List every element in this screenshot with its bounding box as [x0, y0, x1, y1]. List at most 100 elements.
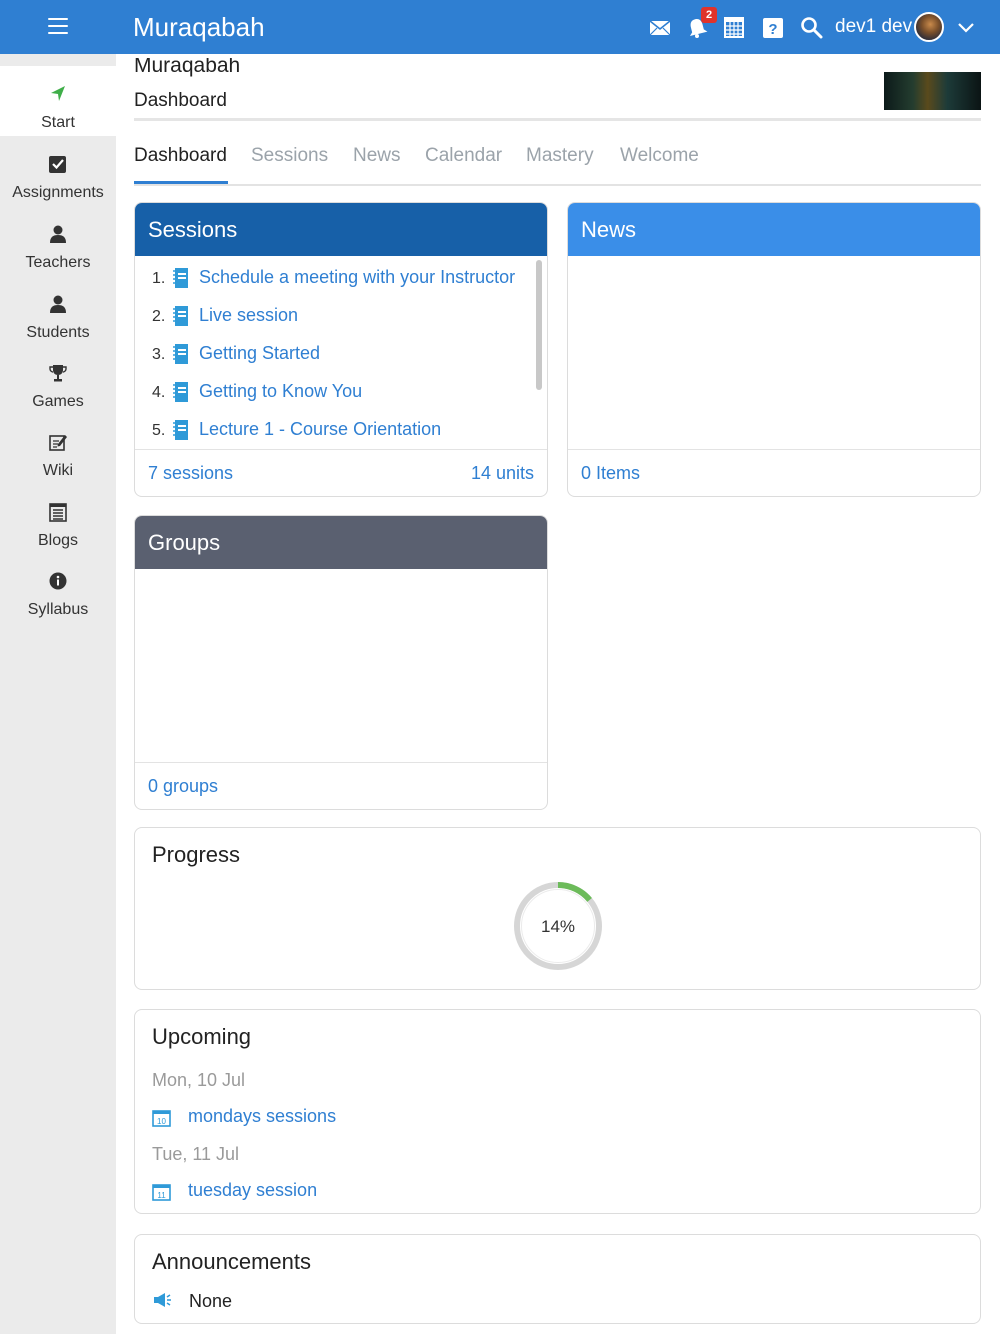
sidebar-item-start[interactable]: Start [0, 66, 116, 136]
page-title: Muraqabah [134, 58, 241, 77]
units-count-link[interactable]: 14 units [471, 463, 534, 484]
upcoming-date: Tue, 11 Jul [152, 1144, 240, 1164]
upcoming-date: Mon, 10 Jul [152, 1070, 246, 1090]
session-link[interactable]: Getting to Know You [199, 381, 362, 402]
event-link[interactable]: mondays sessions [188, 1106, 336, 1127]
list-icon [49, 503, 67, 522]
tab-welcome[interactable]: Welcome [620, 145, 699, 167]
tab-mastery[interactable]: Mastery [526, 145, 594, 167]
notification-badge: 2 [701, 7, 717, 23]
sidebar: Start Assignments Teachers Students Game… [0, 54, 116, 1334]
tab-calendar[interactable]: Calendar [425, 145, 502, 167]
bell-icon[interactable]: 2 [686, 7, 717, 40]
session-link[interactable]: Lecture 1 - Course Orientation [199, 419, 441, 440]
tab-dashboard[interactable]: Dashboard [134, 145, 227, 167]
groups-card: Groups 0 groups [134, 515, 548, 810]
info-icon [49, 572, 67, 590]
progress-card: Progress 14% [134, 827, 981, 990]
progress-value: 14% [541, 917, 575, 936]
session-link[interactable]: Schedule a meeting with your Instructor [199, 267, 515, 288]
session-link[interactable]: Live session [199, 305, 298, 326]
sidebar-item-teachers[interactable]: Teachers [0, 206, 116, 276]
upcoming-card: Upcoming Mon, 10 Jul 10 mondays sessions… [134, 1009, 981, 1214]
help-icon[interactable]: ? [762, 14, 788, 40]
event-item[interactable]: 10 mondays sessions [152, 1106, 402, 1132]
tab-sessions[interactable]: Sessions [251, 145, 328, 167]
sessions-card: Sessions 1. Schedule a meeting with your… [134, 202, 548, 497]
announcements-text: None [189, 1291, 233, 1311]
progress-title: Progress [152, 842, 241, 867]
list-item-number: 4. [152, 384, 166, 401]
notebook-icon [173, 268, 188, 288]
notebook-icon [173, 420, 188, 440]
sidebar-item-label: Games [32, 393, 84, 410]
banner-image [884, 72, 981, 110]
notebook-icon [173, 382, 188, 402]
avatar[interactable] [914, 12, 944, 42]
list-item[interactable]: 4. Getting to Know You [135, 378, 535, 408]
list-item[interactable]: 3. Getting Started [135, 340, 535, 370]
svg-text:?: ? [768, 21, 777, 38]
mail-icon[interactable] [649, 14, 675, 40]
calendar-grid-icon[interactable] [723, 14, 749, 40]
groups-count-link[interactable]: 0 groups [148, 776, 218, 797]
list-item-number: 5. [152, 422, 166, 439]
news-card: News 0 Items [567, 202, 981, 497]
chevron-down-icon[interactable] [956, 14, 982, 40]
user-icon [50, 225, 66, 243]
news-count-link[interactable]: 0 Items [581, 463, 640, 484]
sidebar-item-label: Syllabus [27, 601, 89, 618]
sidebar-item-wiki[interactable]: Wiki [0, 414, 116, 484]
active-tab-indicator [134, 181, 228, 184]
notebook-icon [173, 306, 188, 326]
user-name[interactable]: dev1 dev [835, 16, 912, 38]
groups-card-title: Groups [135, 516, 547, 569]
progress-ring: 14% [514, 882, 602, 970]
megaphone-icon [154, 1293, 171, 1307]
svg-text:10: 10 [157, 1117, 166, 1126]
list-item[interactable]: 2. Live session [135, 302, 535, 332]
sidebar-item-label: Teachers [25, 254, 91, 271]
notebook-icon [173, 344, 188, 364]
session-link[interactable]: Getting Started [199, 343, 320, 364]
scrollbar[interactable] [536, 260, 542, 390]
list-item[interactable]: 5. Lecture 1 - Course Orientation [135, 416, 535, 446]
search-icon[interactable] [800, 14, 826, 40]
sessions-card-title: Sessions [135, 203, 547, 256]
page-subtitle: Dashboard [134, 90, 227, 111]
checkbox-icon [49, 156, 66, 173]
sessions-count-link[interactable]: 7 sessions [148, 463, 233, 484]
location-arrow-icon [51, 86, 65, 101]
sidebar-item-label: Blogs [37, 532, 79, 549]
sidebar-item-games[interactable]: Games [0, 345, 116, 415]
sidebar-item-assignments[interactable]: Assignments [0, 136, 116, 206]
event-item[interactable]: 11 tuesday session [152, 1180, 402, 1206]
sessions-list[interactable]: 1. Schedule a meeting with your Instruct… [135, 256, 547, 449]
list-item-number: 1. [152, 270, 166, 287]
trophy-icon [49, 365, 67, 382]
svg-text:11: 11 [157, 1191, 166, 1200]
divider [134, 118, 981, 121]
announcements-title: Announcements [152, 1249, 311, 1274]
news-card-footer: 0 Items [568, 449, 980, 496]
top-bar: Muraqabah 2 ? dev1 dev [0, 0, 1000, 54]
sidebar-item-label: Start [41, 114, 75, 131]
tab-bar: Dashboard Sessions News Calendar Mastery… [134, 142, 981, 186]
groups-card-footer: 0 groups [135, 762, 547, 809]
event-link[interactable]: tuesday session [188, 1180, 317, 1201]
calendar-icon: 11 [152, 1184, 171, 1201]
menu-icon[interactable] [38, 14, 78, 40]
user-icon [50, 295, 66, 313]
sessions-card-footer: 7 sessions 14 units [135, 449, 547, 496]
sidebar-item-blogs[interactable]: Blogs [0, 484, 116, 554]
list-item-number: 2. [152, 308, 166, 325]
sidebar-item-students[interactable]: Students [0, 276, 116, 346]
list-item[interactable]: 1. Schedule a meeting with your Instruct… [135, 264, 535, 294]
sidebar-item-syllabus[interactable]: Syllabus [0, 553, 116, 623]
announcements-card: Announcements None [134, 1234, 981, 1324]
calendar-icon: 10 [152, 1110, 171, 1127]
app-title[interactable]: Muraqabah [133, 12, 265, 43]
upcoming-title: Upcoming [152, 1024, 252, 1049]
sidebar-item-label: Wiki [42, 462, 74, 479]
tab-news[interactable]: News [353, 145, 401, 167]
